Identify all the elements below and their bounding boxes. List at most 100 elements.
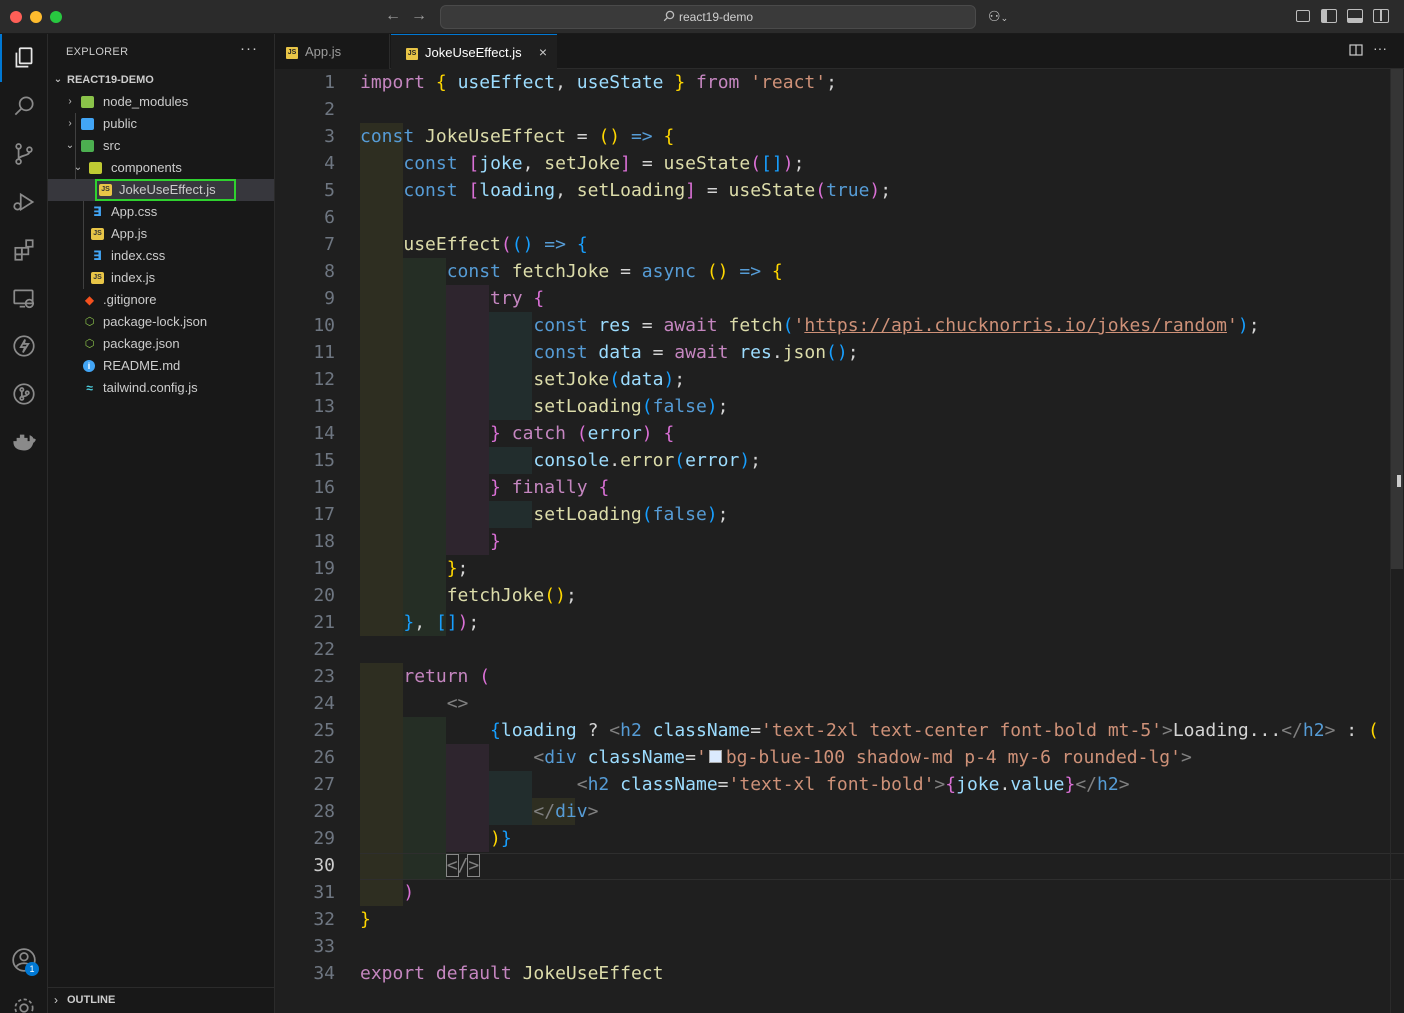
window-close-button[interactable]: [10, 11, 22, 23]
explorer-more-actions-icon[interactable]: ···: [240, 40, 258, 57]
tree-item-src[interactable]: ⌄ src: [48, 135, 274, 157]
explorer-sidebar: EXPLORER ··· ⌄ REACT19-DEMO › node_modul…: [48, 34, 275, 1013]
folder-node-icon: [81, 96, 94, 108]
toggle-secondary-sidebar-icon[interactable]: [1373, 9, 1389, 23]
code-line: 26 <div className=' bg-blue-100 shadow-md…: [313, 747, 1192, 768]
folder-components-icon: [89, 162, 102, 174]
tree-item-jokeuseeffect[interactable]: JS JokeUseEffect.js: [48, 179, 274, 201]
code-line: 1 import { useEffect, useState } from 're…: [324, 72, 837, 93]
tree-item-node-modules[interactable]: › node_modules: [48, 91, 274, 113]
toggle-panel-icon[interactable]: [1347, 9, 1363, 23]
code-line: 15 console.error(error);: [313, 450, 761, 471]
code-line: 9 try {: [324, 288, 545, 309]
window-title: react19-demo: [678, 10, 754, 24]
code-line: 12 setJoke(data);: [313, 369, 686, 390]
code-line: 27 <h2 className='text-xl font-bold'>{jo…: [313, 774, 1130, 795]
code-line: 7 useEffect(() => {: [324, 234, 588, 255]
code-line: 34 export default JokeUseEffect: [313, 963, 664, 984]
code-line: 17 setLoading(false);: [313, 504, 729, 525]
activity-bar: 1: [0, 34, 48, 1013]
code-line: 21 }, []);: [313, 612, 480, 633]
code-line: 30 </>: [313, 854, 481, 877]
chevron-right-icon: ›: [68, 96, 72, 107]
tree-item-readme[interactable]: i README.md: [48, 355, 274, 377]
code-line: 8 const fetchJoke = async () => {: [324, 261, 783, 282]
explorer-header: EXPLORER: [66, 46, 129, 58]
copilot-icon[interactable]: ⚇⌄: [988, 8, 1008, 25]
window-minimize-button[interactable]: [30, 11, 42, 23]
editor-scrollbar[interactable]: [1390, 69, 1404, 1013]
tree-item-index-js[interactable]: JS index.js: [48, 267, 274, 289]
chevron-right-icon: ›: [68, 118, 72, 129]
command-center-search[interactable]: react19-demo: [440, 5, 976, 29]
outline-section[interactable]: › OUTLINE: [48, 987, 274, 1013]
tree-item-tailwind-config[interactable]: ≈ tailwind.config.js: [48, 377, 274, 399]
search-icon: [663, 6, 675, 28]
forward-arrow-icon[interactable]: →: [411, 7, 427, 25]
remote-explorer-icon[interactable]: [0, 274, 48, 322]
tree-item-package-lock[interactable]: ⬡ package-lock.json: [48, 311, 274, 333]
js-file-icon: JS: [91, 228, 104, 240]
editor-more-actions-icon[interactable]: ···: [1373, 40, 1387, 56]
tab-app-js[interactable]: JS App.js: [275, 34, 390, 69]
code-editor[interactable]: 1 import { useEffect, useState } from 're…: [275, 69, 1404, 1013]
project-root-folder[interactable]: ⌄ REACT19-DEMO: [48, 69, 274, 91]
code-line: 19 };: [313, 558, 469, 579]
scrollbar-thumb[interactable]: [1391, 69, 1403, 569]
js-file-icon: JS: [286, 46, 298, 59]
npm-icon: ⬡: [84, 338, 95, 350]
code-line: 31 ): [313, 882, 415, 903]
code-line: 10 const res = await fetch('https://api.…: [313, 315, 1260, 336]
color-swatch[interactable]: [708, 750, 722, 763]
explorer-icon[interactable]: [0, 34, 48, 82]
window-maximize-button[interactable]: [50, 11, 62, 23]
tree-item-gitignore[interactable]: ◆ .gitignore: [48, 289, 274, 311]
tailwind-icon: ≈: [86, 381, 93, 395]
chevron-down-icon: ⌄: [53, 74, 63, 85]
chevron-down-icon: ⌄: [73, 162, 83, 173]
code-line: 4 const [joke, setJoke] = useState([]);: [324, 153, 805, 174]
customize-layout-icon[interactable]: [1296, 10, 1310, 22]
chevron-right-icon: ›: [54, 993, 58, 1007]
code-line: 23 return (: [313, 666, 491, 687]
extensions-icon[interactable]: [0, 226, 48, 274]
back-arrow-icon[interactable]: ←: [385, 7, 401, 25]
chevron-down-icon: ⌄: [65, 140, 75, 151]
tree-item-package-json[interactable]: ⬡ package.json: [48, 333, 274, 355]
code-line: 18 }: [313, 531, 501, 552]
split-editor-icon[interactable]: [1349, 43, 1363, 60]
lightning-icon[interactable]: [0, 322, 48, 370]
tab-jokeuseeffect-js[interactable]: JS JokeUseEffect.js ×: [391, 34, 557, 69]
settings-gear-icon[interactable]: [0, 984, 48, 1013]
code-line: 32}: [313, 909, 371, 930]
folder-public-icon: [81, 118, 94, 130]
tree-item-public[interactable]: › public: [48, 113, 274, 135]
git-graph-icon[interactable]: [0, 370, 48, 418]
docker-icon[interactable]: [0, 418, 48, 466]
git-icon: ◆: [84, 293, 95, 307]
tree-item-app-css[interactable]: ∃ App.css: [48, 201, 274, 223]
code-line: 5 const [loading, setLoading] = useState…: [324, 180, 892, 201]
run-debug-icon[interactable]: [0, 178, 48, 226]
search-icon[interactable]: [0, 82, 48, 130]
code-line: 25 {loading ? <h2 className='text-2xl te…: [313, 720, 1379, 741]
npm-icon: ⬡: [84, 316, 95, 328]
toggle-primary-sidebar-icon[interactable]: [1321, 9, 1337, 23]
tree-item-components[interactable]: ⌄ components: [48, 157, 274, 179]
code-line: 13 setLoading(false);: [313, 396, 729, 417]
code-line: 14 } catch (error) {: [313, 423, 675, 444]
code-line: 20 fetchJoke();: [313, 585, 577, 606]
css-file-icon: ∃: [93, 204, 102, 219]
tree-item-index-css[interactable]: ∃ index.css: [48, 245, 274, 267]
tree-item-app-js[interactable]: JS App.js: [48, 223, 274, 245]
code-line: 16 } finally {: [313, 477, 610, 498]
code-line: 29 )}: [313, 828, 512, 849]
selection-highlight: [95, 179, 236, 201]
account-badge: 1: [25, 962, 39, 976]
close-icon[interactable]: ×: [539, 35, 547, 70]
source-control-icon[interactable]: [0, 130, 48, 178]
info-icon: i: [83, 360, 95, 372]
code-line: 11 const data = await res.json();: [313, 342, 859, 363]
code-line: 2: [324, 99, 335, 120]
account-icon[interactable]: 1: [0, 936, 48, 984]
